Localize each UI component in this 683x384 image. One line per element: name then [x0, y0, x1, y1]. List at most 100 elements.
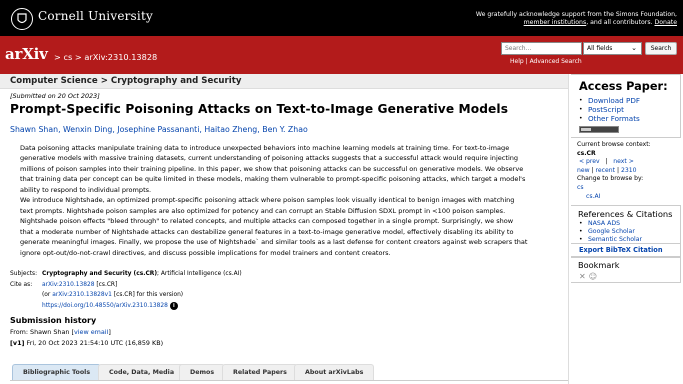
doi-link[interactable]: https://doi.org/10.48550/arXiv.2310.1382… — [42, 303, 168, 309]
version-tag[interactable]: [v1] — [10, 339, 24, 347]
author-list: Shawn Shan, Wenxin Ding, Josephine Passa… — [10, 125, 308, 134]
nasa-ads-link[interactable]: NASA ADS — [588, 220, 620, 227]
other-formats-link[interactable]: Other Formats — [588, 114, 640, 123]
bullet-icon: • — [579, 106, 583, 113]
breadcrumb-paper-id: arXiv:2310.13828 — [84, 52, 158, 62]
member-institutions-link[interactable]: member institutions — [524, 19, 587, 26]
download-pdf-link[interactable]: Download PDF — [588, 96, 640, 105]
help-link[interactable]: Help — [510, 58, 524, 65]
author-link[interactable]: Haitao Zheng — [204, 125, 257, 134]
cc-license-icon[interactable] — [579, 126, 619, 133]
from-suffix: ] — [108, 328, 111, 336]
google-scholar-link[interactable]: Google Scholar — [588, 228, 635, 235]
breadcrumb: > cs > arXiv:2310.13828 — [54, 52, 157, 62]
submission-history-heading: Submission history — [10, 316, 97, 325]
submission-v1: [v1] Fri, 20 Oct 2023 21:54:10 UTC (16,8… — [10, 339, 163, 347]
primary-subject: Cryptography and Security (cs.CR) — [42, 271, 158, 277]
bullet-icon: • — [579, 220, 583, 227]
browse-nav: < prev | next > — [577, 158, 651, 167]
author-link[interactable]: Wenxin Ding — [63, 125, 112, 134]
author-link[interactable]: Ben Y. Zhao — [262, 125, 308, 134]
prev-link[interactable]: < prev — [579, 158, 600, 165]
cite-category: [cs.CR] — [96, 281, 118, 288]
author-link[interactable]: Shawn Shan — [10, 125, 58, 134]
abstract-line: that training data per concept can be qu… — [20, 175, 526, 184]
abstract-line: ignore opt-out/do-not-crawl directives, … — [20, 248, 391, 257]
export-bibtex-link[interactable]: Export BibTeX Citation — [579, 246, 663, 254]
abstract-line: millions of poison samples into their tr… — [20, 164, 524, 173]
month-link[interactable]: 2310 — [621, 167, 637, 174]
abstract-line: that a moderate number of Nightshade att… — [20, 227, 514, 236]
breadcrumb-separator: > — [74, 52, 82, 62]
version-details: Fri, 20 Oct 2023 21:54:10 UTC (16,859 KB… — [24, 339, 164, 347]
bookmark-box: Bookmark ✕☺ — [571, 257, 681, 283]
sidebar: Access Paper: • Download PDF • PostScrip… — [568, 74, 683, 384]
arxiv-logo[interactable]: arXiv — [5, 45, 48, 63]
bullet-icon: • — [579, 228, 583, 235]
chevron-down-icon: ⌄ — [631, 44, 637, 52]
abstract-line: text prompts. Nightshade poison samples … — [20, 206, 506, 215]
listing-separator: | — [616, 166, 620, 174]
browse-cs-link[interactable]: cs — [577, 184, 584, 191]
info-icon[interactable]: i — [169, 301, 178, 310]
bullet-icon: • — [579, 236, 583, 243]
bullet-icon: • — [579, 97, 583, 104]
ack-line-2: member institutions, and all contributor… — [476, 19, 677, 27]
cornell-seal-icon[interactable] — [11, 8, 33, 30]
references-heading: References & Citations — [578, 209, 673, 219]
change-browse-label: Change to browse by: — [577, 175, 644, 183]
other-subjects: ; Artificial Intelligence (cs.AI) — [157, 271, 242, 277]
top-banner: Cornell University We gratefully acknowl… — [0, 0, 683, 36]
new-link[interactable]: new — [577, 167, 590, 174]
bibsonomy-icon[interactable]: ✕ — [579, 272, 589, 281]
arxiv-id-link[interactable]: arXiv:2310.13828 — [42, 282, 94, 288]
recent-link[interactable]: recent — [596, 167, 615, 174]
tab-related-papers[interactable]: Related Papers — [222, 364, 298, 380]
postscript-link[interactable]: PostScript — [588, 105, 624, 114]
tab-about-arxivlabs[interactable]: About arXivLabs — [294, 364, 375, 380]
support-acknowledgement: We gratefully acknowledge support from t… — [476, 11, 677, 27]
semantic-scholar-link[interactable]: Semantic Scholar — [588, 236, 642, 243]
author-link[interactable]: Josephine Passananti — [117, 125, 199, 134]
view-email-link[interactable]: view email — [74, 328, 108, 336]
cite-or-open: (or — [42, 292, 53, 298]
abstract-line: Nightshade poison effects "bleed through… — [20, 217, 514, 226]
cornell-university-name[interactable]: Cornell University — [38, 9, 153, 23]
browse-context-value: cs.CR — [577, 149, 596, 157]
search-field-select[interactable]: All fields ⌄ — [583, 42, 642, 55]
bookmark-heading: Bookmark — [578, 260, 620, 270]
next-link[interactable]: next > — [613, 158, 634, 165]
page-title: Prompt-Specific Poisoning Attacks on Tex… — [10, 102, 509, 116]
submission-from: From: Shawn Shan [view email] — [10, 328, 111, 336]
reddit-icon[interactable]: ☺ — [589, 272, 600, 281]
listing-separator: | — [591, 166, 594, 174]
search-button[interactable]: Search — [645, 42, 677, 55]
breadcrumb-separator: > — [54, 52, 61, 62]
subjects-label: Subjects: — [10, 271, 38, 277]
submission-date: [Submitted on 20 Oct 2023] — [10, 92, 100, 100]
subjects-value: Cryptography and Security (cs.CR); Artif… — [42, 269, 242, 279]
cite-version: (or arXiv:2310.13828v1 [cs.CR] for this … — [42, 290, 183, 300]
ack-middle-text: , and all contributors. — [586, 19, 653, 26]
help-links: Help | Advanced Search — [510, 58, 582, 65]
search-field-value: All fields — [587, 45, 613, 52]
tab-bibliographic-tools[interactable]: Bibliographic Tools — [12, 364, 102, 380]
tab-code-data-media[interactable]: Code, Data, Media — [98, 364, 186, 380]
breadcrumb-cs[interactable]: cs — [63, 52, 72, 62]
search-input[interactable]: Search... — [501, 42, 582, 55]
bibtex-box: Export BibTeX Citation — [571, 243, 681, 257]
abstract: Data poisoning attacks manipulate traini… — [20, 143, 548, 258]
browse-csai-link[interactable]: cs.AI — [586, 193, 600, 200]
arxiv-v1-link[interactable]: arXiv:2310.13828v1 — [52, 292, 112, 298]
cite-version-tail: [cs.CR] for this version) — [111, 292, 184, 298]
browse-context: Current browse context: cs.CR < prev | n… — [577, 141, 651, 201]
nav-separator: | — [605, 158, 608, 166]
subject-bar: Computer Science > Cryptography and Secu… — [0, 74, 568, 89]
advanced-search-link[interactable]: Advanced Search — [530, 58, 582, 65]
doi-row: https://doi.org/10.48550/arXiv.2310.1382… — [42, 301, 178, 311]
abstract-line: generative models with massive training … — [20, 154, 519, 163]
donate-link[interactable]: Donate — [655, 19, 678, 26]
tab-demos[interactable]: Demos — [179, 364, 226, 380]
bullet-icon: • — [579, 115, 583, 122]
abstract-line: We introduce Nightshade, an optimized pr… — [20, 196, 515, 205]
